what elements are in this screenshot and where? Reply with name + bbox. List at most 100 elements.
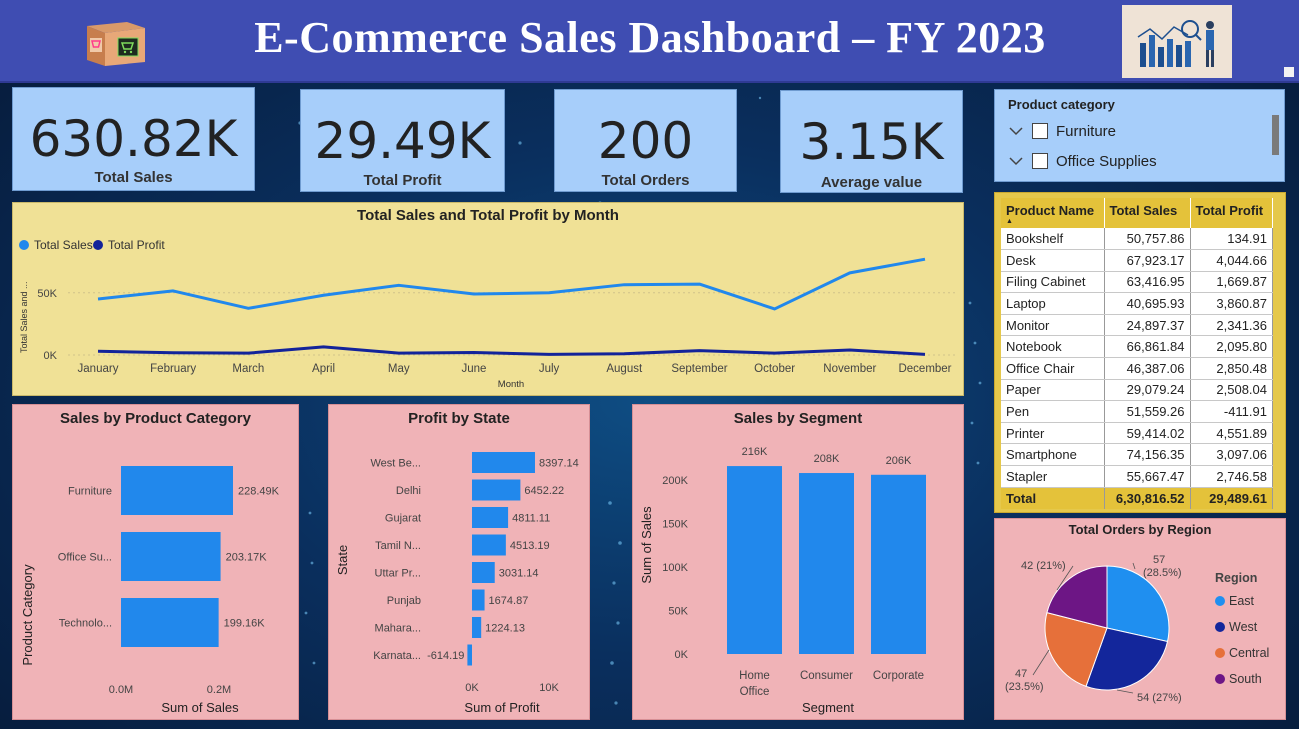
product-table: Product Name ▲ Total Sales Total Profit … xyxy=(1001,198,1273,509)
cell-total-profit: 2,341.36 xyxy=(1190,314,1273,337)
x-tick-label: November xyxy=(823,363,876,375)
kpi-value: 200 xyxy=(597,112,694,170)
cell-product-name: Bookshelf xyxy=(1001,228,1105,251)
category-label: Punjab xyxy=(387,595,421,607)
category-label: Furniture xyxy=(68,486,112,498)
region-pie-chart[interactable]: 57(28.5%) 54 (27%) 47(23.5%) 42 (21%) Region… xyxy=(995,519,1287,721)
slicer-option-furniture[interactable]: Furniture xyxy=(1009,120,1116,142)
sort-ascending-icon[interactable]: ▲ xyxy=(1006,218,1099,226)
column-header-product[interactable]: Product Name ▲ xyxy=(1001,198,1105,228)
series-line-1 xyxy=(97,345,926,356)
category-bar-chart[interactable]: Furniture 228.49K Office Su... 203.17K Techn… xyxy=(13,405,300,721)
data-label: 1674.87 xyxy=(489,595,529,607)
data-label: 6452.22 xyxy=(524,485,564,497)
table-row[interactable]: Pen 51,559.26 -411.91 xyxy=(1001,400,1273,423)
x-tick-label: December xyxy=(898,363,951,375)
table-row[interactable]: Paper 29,079.24 2,508.04 xyxy=(1001,379,1273,402)
x-tick-label: May xyxy=(388,363,410,375)
checkbox[interactable] xyxy=(1032,123,1048,139)
segment-column-chart[interactable]: 0K 50K 100K 150K 200K 216K Home Office 208K Consu… xyxy=(633,405,965,721)
slicer-option-office-supplies[interactable]: Office Supplies xyxy=(1009,150,1157,172)
bar xyxy=(467,644,472,666)
bar xyxy=(799,473,854,654)
table-row[interactable]: Notebook 66,861.84 2,095.80 xyxy=(1001,335,1273,359)
legend-label: East xyxy=(1229,594,1255,608)
table-row[interactable]: Bookshelf 50,757.86 134.91 xyxy=(1001,228,1273,251)
cell-total-sales: 59,414.02 xyxy=(1104,422,1191,445)
cell-product-name: Paper xyxy=(1001,379,1105,402)
x-tick-label: June xyxy=(461,363,486,375)
data-label: (23.5%) xyxy=(1005,681,1044,693)
cell-total-sales: 66,861.84 xyxy=(1104,335,1191,359)
legend-dot xyxy=(1215,622,1225,632)
series-line-0 xyxy=(97,257,926,311)
table-header-row: Product Name ▲ Total Sales Total Profit xyxy=(1001,198,1273,228)
cell-total-profit: 2,095.80 xyxy=(1190,335,1273,359)
data-label: 208K xyxy=(814,453,840,465)
x-tick-label: 0.0M xyxy=(109,684,133,696)
cell-product-name: Filing Cabinet xyxy=(1001,271,1105,294)
bar xyxy=(121,466,233,515)
table-row[interactable]: Printer 59,414.02 4,551.89 xyxy=(1001,422,1273,445)
product-table-panel: Product Name ▲ Total Sales Total Profit … xyxy=(994,192,1286,513)
column-header-sales[interactable]: Total Sales xyxy=(1104,198,1191,228)
focus-mode-icon[interactable] xyxy=(1284,67,1294,77)
state-bar-chart[interactable]: West Be... 8397.14 Delhi 6452.22 Gujarat 4811… xyxy=(329,405,591,721)
data-label: 1224.13 xyxy=(485,623,525,635)
table-row[interactable]: Stapler 55,667.47 2,746.58 xyxy=(1001,465,1273,488)
table-total-row: Total 6,30,816.52 29,489.61 xyxy=(1001,487,1273,509)
cell-total-profit: 4,551.89 xyxy=(1190,422,1273,445)
data-label: 228.49K xyxy=(238,486,280,498)
analytics-chart-person-icon xyxy=(1122,5,1232,78)
cell-product-name: Monitor xyxy=(1001,314,1105,337)
category-label: Tamil N... xyxy=(375,540,421,552)
kpi-label: Total Sales xyxy=(94,169,173,186)
profit-by-state-panel: Profit by State West Be... 8397.14 Delhi 64… xyxy=(328,404,590,720)
slicer-option-label: Office Supplies xyxy=(1056,152,1157,170)
table-row[interactable]: Laptop 40,695.93 3,860.87 xyxy=(1001,292,1273,315)
kpi-value: 3.15K xyxy=(799,113,944,171)
x-tick-label: October xyxy=(754,363,795,375)
table-row[interactable]: Smartphone 74,156.35 3,097.06 xyxy=(1001,443,1273,467)
x-tick-label: 10K xyxy=(539,682,559,694)
cell-product-name: Printer xyxy=(1001,422,1105,445)
x-axis-label: Segment xyxy=(802,700,854,715)
slicer-scrollbar[interactable] xyxy=(1272,115,1279,155)
data-label: 42 (21%) xyxy=(1021,560,1066,572)
cell-total-sales: 50,757.86 xyxy=(1104,228,1191,251)
kpi-label: Total Orders xyxy=(601,172,690,189)
x-tick-label: 0.2M xyxy=(207,684,231,696)
x-tick-label: July xyxy=(539,363,560,375)
x-axis-label: Month xyxy=(498,379,524,390)
y-axis-label: Total Sales and ... xyxy=(19,281,29,353)
sales-by-category-panel: Sales by Product Category Furniture 228.4… xyxy=(12,404,299,720)
data-label: 199.16K xyxy=(224,618,266,630)
cell-total-sales: 51,559.26 xyxy=(1104,400,1191,423)
column-header-label: Total Sales xyxy=(1109,203,1178,218)
line-chart[interactable]: 0K 50K Total Sales and ... January February M… xyxy=(13,203,965,397)
category-label: Technolo... xyxy=(59,618,112,630)
kpi-value: 630.82K xyxy=(29,110,238,168)
kpi-label: Average value xyxy=(820,174,923,191)
bar xyxy=(871,474,926,654)
checkbox[interactable] xyxy=(1032,153,1048,169)
legend-label: South xyxy=(1229,672,1262,686)
table-row[interactable]: Monitor 24,897.37 2,341.36 xyxy=(1001,314,1273,337)
table-row[interactable]: Office Chair 46,387.06 2,850.48 xyxy=(1001,357,1273,380)
x-tick-label: 0K xyxy=(465,682,479,694)
chevron-down-icon[interactable] xyxy=(1009,154,1023,168)
table-row[interactable]: Filing Cabinet 63,416.95 1,669.87 xyxy=(1001,271,1273,294)
bar xyxy=(472,479,521,501)
legend-dot xyxy=(1215,596,1225,606)
chevron-down-icon[interactable] xyxy=(1009,124,1023,138)
x-tick-label: April xyxy=(312,363,335,375)
table-row[interactable]: Desk 67,923.17 4,044.66 xyxy=(1001,249,1273,272)
data-label: 203.17K xyxy=(226,552,268,564)
y-tick-label: 150K xyxy=(662,519,688,531)
column-header-label: Total Profit xyxy=(1195,203,1264,218)
bar xyxy=(472,589,485,611)
cell-total-profit: 3,860.87 xyxy=(1190,292,1273,315)
cell-total-profit: 1,669.87 xyxy=(1190,271,1273,294)
column-header-profit[interactable]: Total Profit xyxy=(1190,198,1273,228)
cell-total-sales: 63,416.95 xyxy=(1104,271,1191,294)
